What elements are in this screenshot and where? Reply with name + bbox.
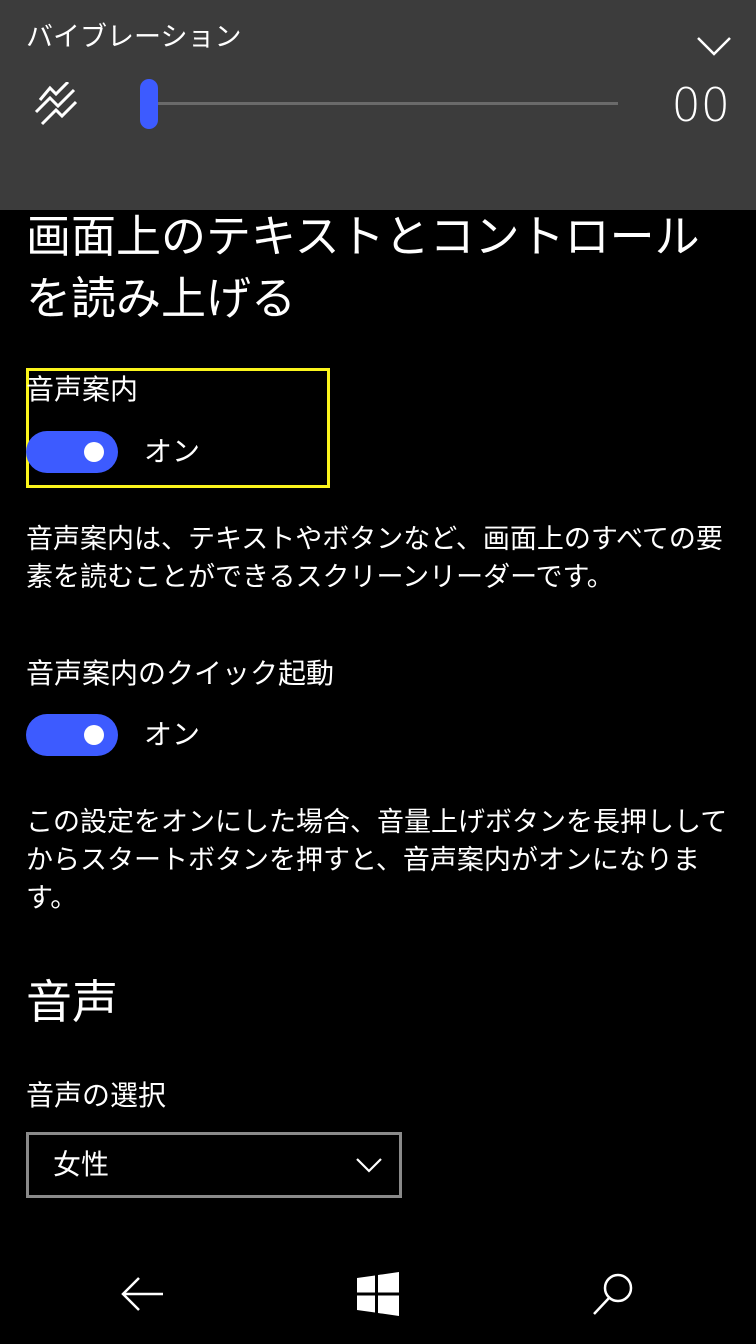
quick-launch-toggle[interactable] <box>26 714 118 756</box>
flyout-title: バイブレーション <box>26 22 242 53</box>
quick-launch-toggle-state: オン <box>144 718 201 751</box>
windows-start-icon[interactable] <box>354 1270 402 1318</box>
chevron-down-icon[interactable] <box>694 28 734 64</box>
voice-select-dropdown[interactable]: 女性 <box>26 1132 402 1198</box>
toggle-knob <box>84 442 104 462</box>
vibration-slider[interactable] <box>138 78 618 130</box>
voice-select-label: 音声の選択 <box>26 1079 167 1112</box>
narrator-label: 音声案内 <box>26 373 139 406</box>
vibration-icon[interactable] <box>30 82 82 126</box>
vibration-flyout: バイブレーション 00 <box>0 0 756 210</box>
search-icon[interactable] <box>590 1270 638 1318</box>
slider-thumb[interactable] <box>140 79 158 129</box>
narrator-description: 音声案内は、テキストやボタンなど、画面上のすべての要素を読むことができるスクリー… <box>26 524 723 593</box>
voice-selected-value: 女性 <box>53 1148 110 1181</box>
page-title: 画面上のテキストとコントロールを読み上げる <box>26 210 700 325</box>
back-arrow-icon[interactable] <box>119 1270 167 1318</box>
chevron-down-icon <box>356 1158 382 1173</box>
toggle-knob <box>84 725 104 745</box>
navigation-bar <box>0 1244 756 1344</box>
vibration-value: 00 <box>671 78 730 132</box>
quick-launch-label: 音声案内のクイック起動 <box>26 657 335 690</box>
narrator-toggle[interactable] <box>26 431 118 473</box>
voice-section-heading: 音声 <box>26 975 118 1029</box>
slider-track <box>148 102 618 105</box>
quick-launch-description: この設定をオンにした場合、音量上げボタンを長押ししてからスタートボタンを押すと、… <box>26 807 728 914</box>
narrator-toggle-state: オン <box>144 435 201 468</box>
